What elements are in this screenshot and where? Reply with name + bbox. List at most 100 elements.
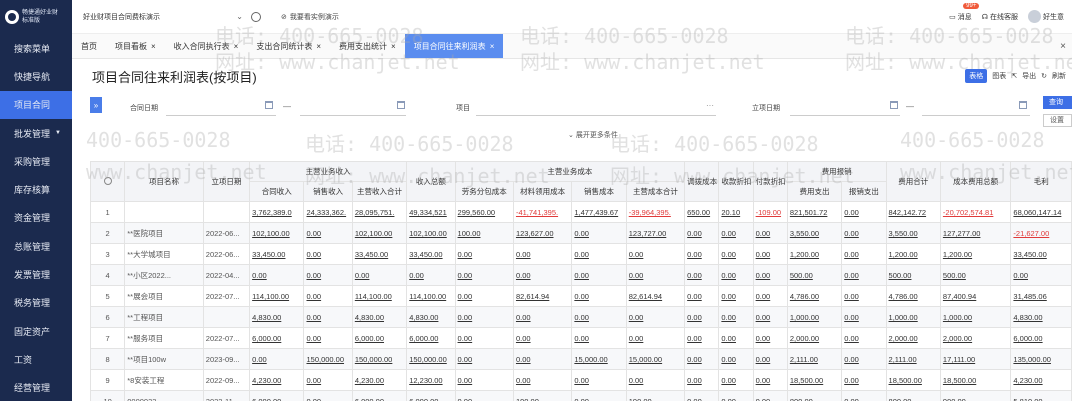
table-row[interactable]: 8 **项目100w 2023-09... 0.00 150,000.00 150,000… xyxy=(89,348,1072,370)
col-reimburse-out[interactable]: 报销支出 xyxy=(841,181,887,202)
col-expense-total[interactable]: 费用合计 xyxy=(885,161,941,202)
expand-sidebar-button[interactable]: » xyxy=(90,97,102,113)
sidebar-item-project-contract[interactable]: 项目合同 xyxy=(0,90,72,119)
table-cell-c1: 6,000.00 xyxy=(249,390,305,401)
table-row[interactable]: 10 0000033 2022-11... 6,000.00 0.00 6,000.00 6… xyxy=(89,390,1072,401)
sidebar-item-funds[interactable]: 资金管理 xyxy=(0,204,72,232)
col-expense-out[interactable]: 费用支出 xyxy=(786,181,843,202)
col-project-name[interactable]: 项目名称 xyxy=(124,161,204,202)
table-cell-c10: 20.10 xyxy=(718,201,754,223)
refresh-button[interactable]: 刷新 xyxy=(1052,71,1066,81)
sample-demo-link[interactable]: ⊘ 我要看实例演示 xyxy=(281,12,339,22)
calendar-icon[interactable] xyxy=(890,101,898,109)
expand-more-conditions[interactable]: ⌄ 展开更多条件 xyxy=(568,130,618,140)
refresh-icon[interactable]: ↻ xyxy=(1041,72,1047,80)
gear-icon[interactable] xyxy=(251,11,261,22)
col-project-date[interactable]: 立项日期 xyxy=(202,161,251,202)
table-row[interactable]: 5 **展会项目 2022-07... 114,100.00 0.00 114,100.0… xyxy=(89,285,1072,307)
col-discount-in[interactable]: 收款折扣 xyxy=(718,161,754,202)
col-contract-income[interactable]: 合同收入 xyxy=(249,181,305,202)
sidebar-item-invoice[interactable]: 发票管理 xyxy=(0,260,72,288)
table-cell-c7: 0.00 xyxy=(571,285,627,307)
query-button[interactable]: 查询 xyxy=(1043,96,1072,109)
calendar-icon[interactable] xyxy=(265,101,273,109)
col-labor-cost[interactable]: 劳务分包成本 xyxy=(454,181,514,202)
sidebar-item-wholesale[interactable]: 批发管理 ▼ xyxy=(0,119,72,147)
sidebar-item-purchase[interactable]: 采购管理 xyxy=(0,147,72,175)
tab-profit-report[interactable]: 项目合同往来利润表 × xyxy=(404,34,504,58)
col-material-cost[interactable]: 材料领用成本 xyxy=(512,181,573,202)
tab-home[interactable]: 首页 xyxy=(72,34,106,58)
account-selector[interactable]: 好业财项目合同费标演示 ⌄ xyxy=(83,12,243,22)
col-discount-out[interactable]: 付款折扣 xyxy=(752,161,788,202)
table-body: 1 3,762,389.0 24,333,362. 28,095,751. 49,334… xyxy=(89,201,1072,401)
col-gross-profit[interactable]: 毛利 xyxy=(1010,161,1072,202)
table-row[interactable]: 9 *8安装工程 2022-09... 4,230.00 0.00 4,230.00 12,… xyxy=(89,369,1072,391)
tab-expense-contract[interactable]: 支出合同统计表 × xyxy=(247,34,330,58)
column-settings-header[interactable] xyxy=(89,161,126,202)
table-row[interactable]: 4 **小区2022... 2022-04... 0.00 0.00 0.00 0.00 0.… xyxy=(89,264,1072,286)
sidebar-item-search-menu[interactable]: 搜索菜单 xyxy=(0,34,72,62)
project-date-start-field[interactable] xyxy=(790,115,900,116)
calendar-icon[interactable] xyxy=(1019,101,1027,109)
table-cell-c4: 102,100.00 xyxy=(406,222,456,244)
tab-income-contract[interactable]: 收入合同执行表 × xyxy=(165,34,248,58)
more-icon[interactable]: ··· xyxy=(706,101,714,110)
contract-date-label: 合同日期 xyxy=(130,105,158,112)
table-cell-c1: 6,000.00 xyxy=(249,327,305,349)
table-cell-c14: 2,111.00 xyxy=(885,348,941,370)
col-main-income-total[interactable]: 主营收入合计 xyxy=(351,181,408,202)
calendar-icon[interactable] xyxy=(397,101,405,109)
table-view-button[interactable]: 表格 xyxy=(965,69,988,83)
table-cell-c2: 0.00 xyxy=(303,369,353,391)
export-icon[interactable]: ⇱ xyxy=(1011,72,1017,80)
sidebar-item-quick-nav[interactable]: 快捷导航 xyxy=(0,62,72,90)
col-transfer-cost[interactable]: 调拨成本 xyxy=(684,161,720,202)
table-cell-c13: 0.00 xyxy=(841,306,887,328)
settings-button[interactable]: 设置 xyxy=(1043,114,1072,127)
sidebar-item-operations[interactable]: 经营管理 xyxy=(0,374,72,401)
contract-date-start-field[interactable] xyxy=(166,115,276,116)
table-row[interactable]: 2 **医院项目 2022-06... 102,100.00 0.00 102,100.0… xyxy=(89,222,1072,244)
tab-label: 项目看板 xyxy=(115,41,147,51)
gear-icon[interactable] xyxy=(103,176,112,185)
table-row[interactable]: 6 **工程项目 4,830.00 0.00 4,830.00 4,830.00 0.00 0… xyxy=(89,306,1072,328)
sidebar-item-fixed-assets[interactable]: 固定资产 xyxy=(0,317,72,345)
messages-button[interactable]: ▭ 消息 99+ xyxy=(949,2,980,22)
col-main-cost-total[interactable]: 主营成本合计 xyxy=(625,181,686,202)
table-row[interactable]: 3 **大学城项目 2022-06... 33,450.00 0.00 33,450.00… xyxy=(89,243,1072,265)
sidebar-item-label: 税务管理 xyxy=(14,298,51,309)
export-button[interactable]: 导出 xyxy=(1022,71,1036,81)
close-all-tabs-icon[interactable]: × xyxy=(1060,34,1072,58)
col-sales-cost[interactable]: 销售成本 xyxy=(571,181,627,202)
project-date-end-field[interactable] xyxy=(922,115,1030,116)
close-icon[interactable]: × xyxy=(151,42,156,51)
chart-view-button[interactable]: 图表 xyxy=(992,71,1006,81)
sidebar-item-payroll[interactable]: 工资 xyxy=(0,345,72,373)
sidebar-item-inventory[interactable]: 库存核算 xyxy=(0,175,72,203)
table-cell-c12: 3,550.00 xyxy=(786,222,843,244)
table-row[interactable]: 1 3,762,389.0 24,333,362. 28,095,751. 49,334… xyxy=(89,201,1072,223)
col-income-total[interactable]: 收入总额 xyxy=(406,161,456,202)
sidebar-item-label: 总账管理 xyxy=(14,241,51,252)
close-icon[interactable]: × xyxy=(234,42,239,51)
table-cell-c12: 821,501.72 xyxy=(786,201,843,223)
close-icon[interactable]: × xyxy=(391,42,396,51)
project-field[interactable] xyxy=(476,115,716,116)
table-cell-c9: 0.00 xyxy=(684,264,720,286)
table-row[interactable]: 7 **服务项目 2022-07... 6,000.00 0.00 6,000.00 6,0… xyxy=(89,327,1072,349)
close-icon[interactable]: × xyxy=(316,42,321,51)
contract-date-end-field[interactable] xyxy=(300,115,406,116)
logo-edition: 标准版 xyxy=(22,18,41,24)
sidebar-item-ledger[interactable]: 总账管理 xyxy=(0,232,72,260)
sidebar-item-tax[interactable]: 税务管理 xyxy=(0,289,72,317)
table-cell-c1: 4,230.00 xyxy=(249,369,305,391)
table-cell-date: 2022-09... xyxy=(202,369,251,391)
tab-project-board[interactable]: 项目看板 × xyxy=(106,34,165,58)
close-icon[interactable]: × xyxy=(490,42,495,51)
user-menu[interactable]: 好生意 xyxy=(1028,10,1064,23)
col-sales-income[interactable]: 销售收入 xyxy=(303,181,353,202)
col-cost-expense-total[interactable]: 成本费用总额 xyxy=(939,161,1012,202)
tab-expense-stats[interactable]: 费用支出统计 × xyxy=(330,34,405,58)
online-service-button[interactable]: ☊ 在线客服 xyxy=(982,12,1018,22)
